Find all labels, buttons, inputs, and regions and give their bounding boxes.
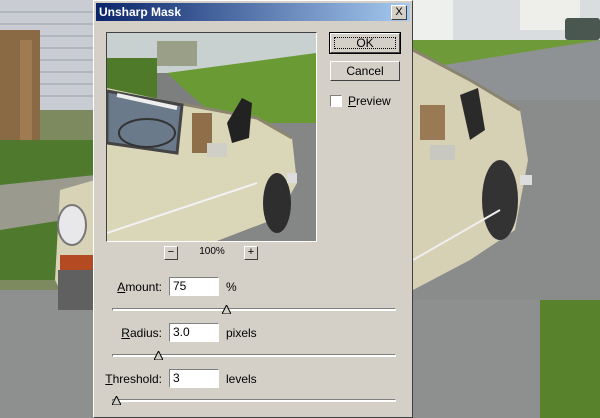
preview-checkbox-label[interactable]: Preview: [348, 94, 391, 108]
title-bar[interactable]: Unsharp Mask X: [96, 3, 410, 21]
amount-unit: %: [226, 280, 237, 294]
unsharp-mask-dialog: Unsharp Mask X − 100% + OK Cancel Previe…: [93, 0, 413, 418]
ok-button[interactable]: OK: [329, 32, 401, 54]
zoom-controls: − 100% +: [164, 246, 264, 260]
amount-slider[interactable]: [112, 305, 396, 314]
cancel-label: Cancel: [346, 64, 384, 78]
amount-label: Amount:: [117, 280, 162, 294]
amount-slider-thumb-icon[interactable]: [222, 305, 231, 314]
threshold-unit: levels: [226, 372, 257, 386]
radius-unit: pixels: [226, 326, 257, 340]
ok-label: OK: [356, 36, 374, 50]
threshold-input[interactable]: 3: [169, 369, 219, 388]
radius-slider-thumb-icon[interactable]: [154, 351, 163, 360]
zoom-in-button[interactable]: +: [244, 246, 258, 260]
zoom-out-button[interactable]: −: [164, 246, 178, 260]
preview-image[interactable]: [106, 32, 317, 242]
radius-input[interactable]: 3.0: [169, 323, 219, 342]
close-icon: X: [395, 6, 403, 18]
dialog-title: Unsharp Mask: [99, 5, 182, 19]
threshold-label: Threshold:: [105, 372, 162, 386]
zoom-level: 100%: [199, 246, 225, 257]
threshold-slider-thumb-icon[interactable]: [112, 396, 121, 405]
preview-checkbox[interactable]: [330, 95, 342, 107]
threshold-slider[interactable]: [112, 396, 396, 405]
radius-label: Radius:: [121, 326, 162, 340]
radius-slider[interactable]: [112, 351, 396, 360]
cancel-button[interactable]: Cancel: [330, 61, 400, 81]
close-button[interactable]: X: [391, 5, 407, 20]
amount-input[interactable]: 75: [169, 277, 219, 296]
